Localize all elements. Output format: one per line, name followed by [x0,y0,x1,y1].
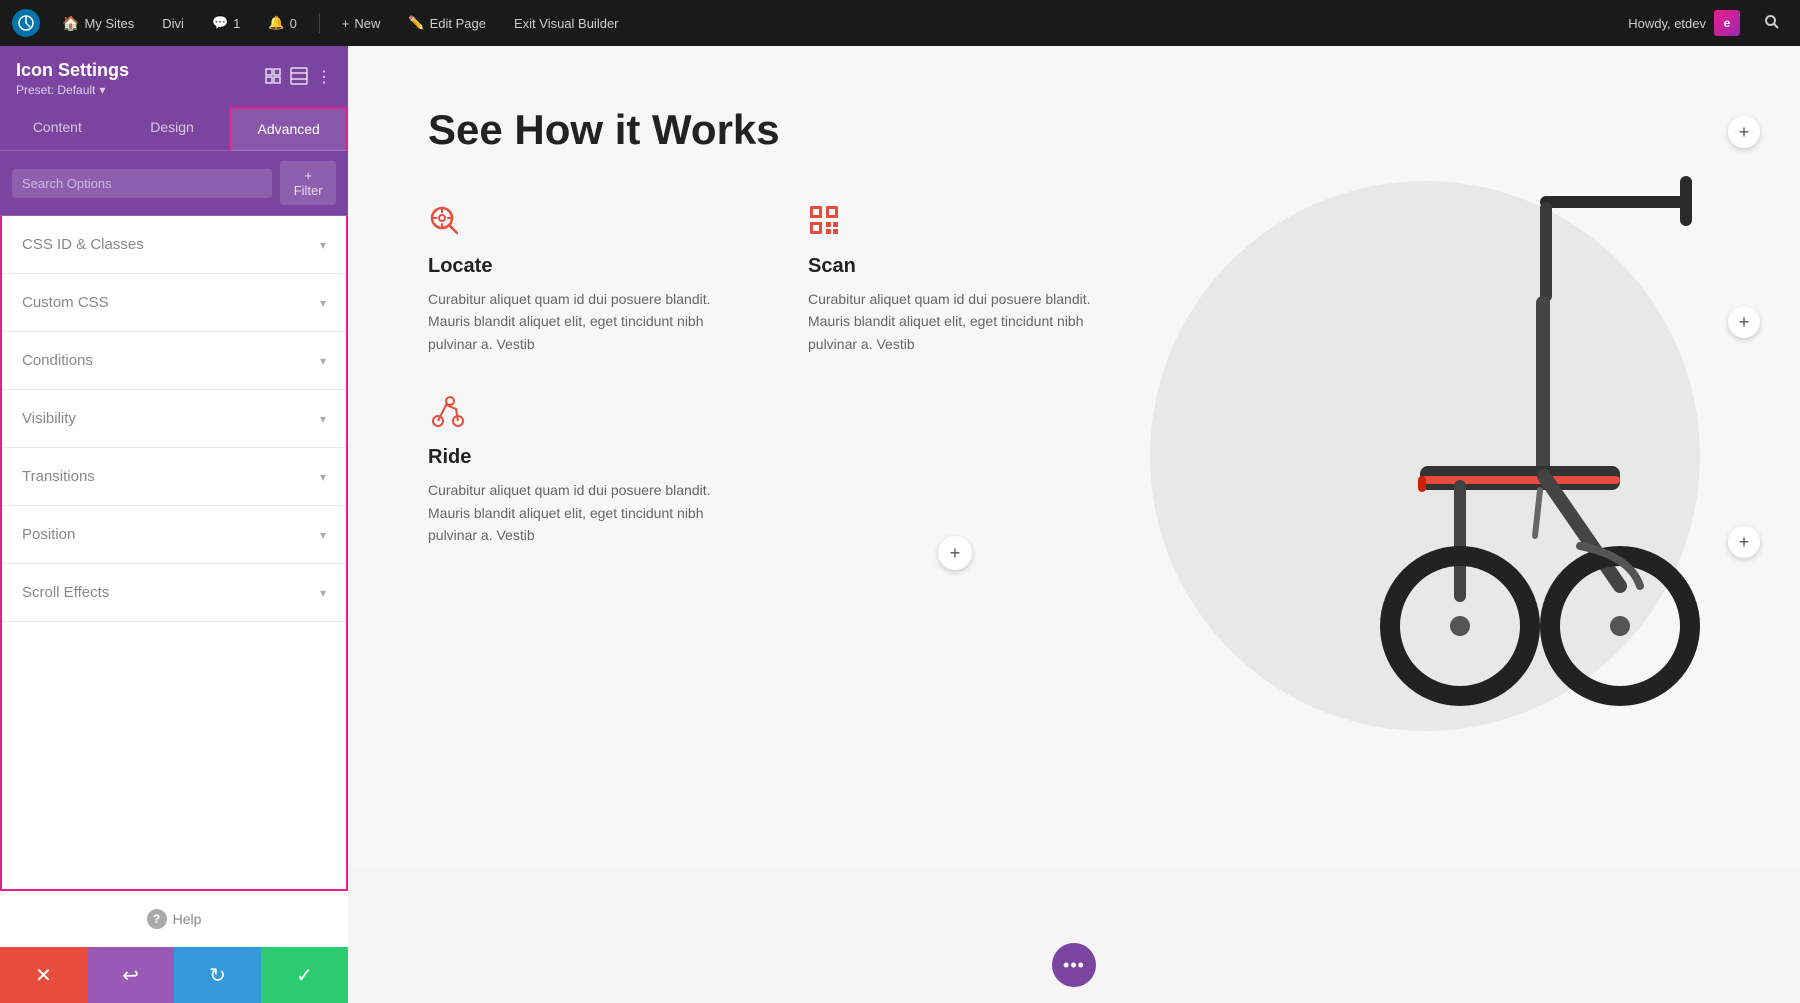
ride-icon [428,395,748,434]
admin-edit-page[interactable]: ✏️ Edit Page [402,11,492,35]
accordion-custom-css: Custom CSS ▾ [2,274,346,332]
more-options-icon[interactable]: ⋮ [316,67,332,90]
chevron-down-icon: ▾ [320,528,326,542]
help-icon: ? [147,909,167,929]
chevron-down-icon: ▾ [320,586,326,600]
panel-bottom-bar: ✕ ↩ ↻ ✓ [0,947,348,1003]
feature-locate: Locate Curabitur aliquet quam id dui pos… [428,204,748,355]
admin-notifications[interactable]: 🔔 0 [262,11,302,35]
tab-design[interactable]: Design [115,107,230,150]
search-options-input[interactable] [12,169,272,198]
admin-exit-builder[interactable]: Exit Visual Builder [508,12,625,35]
panel-title: Icon Settings [16,60,129,81]
grid-icon[interactable] [290,67,308,90]
scan-title: Scan [808,255,1128,278]
page-section: See How it Works [348,46,1800,1003]
ride-text: Curabitur aliquet quam id dui posuere bl… [428,479,748,546]
locate-text: Curabitur aliquet quam id dui posuere bl… [428,288,748,355]
accordion-visibility-header[interactable]: Visibility ▾ [2,390,346,447]
chevron-down-icon: ▾ [320,238,326,252]
accordion-position: Position ▾ [2,506,346,564]
feature-scan: Scan Curabitur aliquet quam id dui posue… [808,204,1128,355]
panel-header-actions: ⋮ [264,67,332,90]
plus-icon: + [342,16,350,31]
tab-advanced[interactable]: Advanced [229,107,348,151]
panel-preset[interactable]: Preset: Default ▾ [16,83,129,97]
chevron-down-icon: ▾ [320,296,326,310]
accordion-position-header[interactable]: Position ▾ [2,506,346,563]
accordion-css-id: CSS ID & Classes ▾ [2,216,346,274]
admin-search-button[interactable] [1756,10,1788,37]
panel-header: Icon Settings Preset: Default ▾ ⋮ [0,46,348,107]
redo-button[interactable]: ↻ [174,947,261,1003]
cancel-button[interactable]: ✕ [0,947,87,1003]
accordion-visibility: Visibility ▾ [2,390,346,448]
accordion-css-id-header[interactable]: CSS ID & Classes ▾ [2,216,346,273]
admin-comments[interactable]: 💬 1 [206,11,246,35]
accordion-custom-css-header[interactable]: Custom CSS ▾ [2,274,346,331]
tab-content[interactable]: Content [0,107,115,150]
settings-panel: Icon Settings Preset: Default ▾ ⋮ [0,46,348,1003]
accordion-conditions-header[interactable]: Conditions ▾ [2,332,346,389]
bell-icon: 🔔 [268,15,284,31]
feature-ride: Ride Curabitur aliquet quam id dui posue… [428,395,748,546]
scan-icon [808,204,1128,243]
scan-text: Curabitur aliquet quam id dui posuere bl… [808,288,1128,355]
locate-title: Locate [428,255,748,278]
accordion-transitions: Transitions ▾ [2,448,346,506]
admin-howdy: Howdy, etdev e [1628,10,1740,36]
accordion-scroll-effects: Scroll Effects ▾ [2,564,346,622]
settings-accordion: CSS ID & Classes ▾ Custom CSS ▾ Conditio… [0,216,348,891]
panel-search-bar: + Filter [0,151,348,216]
section-title: See How it Works [428,106,1128,154]
how-it-works-section: See How it Works [348,46,1800,866]
scooter-illustration [1340,146,1740,746]
locate-icon [428,204,748,243]
accordion-transitions-header[interactable]: Transitions ▾ [2,448,346,505]
my-sites-icon: 🏠 [62,15,79,32]
features-grid: Locate Curabitur aliquet quam id dui pos… [428,204,1128,546]
save-button[interactable]: ✓ [261,947,348,1003]
layout-icon[interactable] [264,67,282,90]
chevron-down-icon: ▾ [320,412,326,426]
chevron-down-icon: ▾ [99,83,105,97]
ride-title: Ride [428,446,748,469]
chevron-down-icon: ▾ [320,470,326,484]
filter-button[interactable]: + Filter [280,161,336,205]
undo-button[interactable]: ↩ [87,947,174,1003]
section-content: See How it Works [428,106,1128,546]
wp-logo-icon[interactable] [12,9,40,37]
divider [319,13,320,33]
bottom-dots-menu[interactable]: ••• [1052,943,1096,987]
wp-admin-bar: 🏠 My Sites Divi 💬 1 🔔 0 + New ✏️ Edit Pa… [0,0,1800,46]
page-canvas: See How it Works [348,46,1800,1003]
chevron-down-icon: ▾ [320,354,326,368]
add-module-top-button[interactable]: + [1728,116,1760,148]
accordion-conditions: Conditions ▾ [2,332,346,390]
user-avatar[interactable]: e [1714,10,1740,36]
panel-tabs: Content Design Advanced [0,107,348,151]
admin-my-sites[interactable]: 🏠 My Sites [56,11,140,36]
comment-icon: 💬 [212,15,228,31]
pencil-icon: ✏️ [408,15,424,31]
panel-help-section: ? Help [0,891,348,947]
accordion-scroll-effects-header[interactable]: Scroll Effects ▾ [2,564,346,621]
add-row-center-button[interactable]: + [938,536,972,570]
admin-new[interactable]: + New [336,12,387,35]
admin-divi[interactable]: Divi [156,12,190,35]
main-layout: Icon Settings Preset: Default ▾ ⋮ [0,46,1800,1003]
help-link[interactable]: ? Help [147,909,202,929]
scooter-area: + + + [1340,126,1740,776]
